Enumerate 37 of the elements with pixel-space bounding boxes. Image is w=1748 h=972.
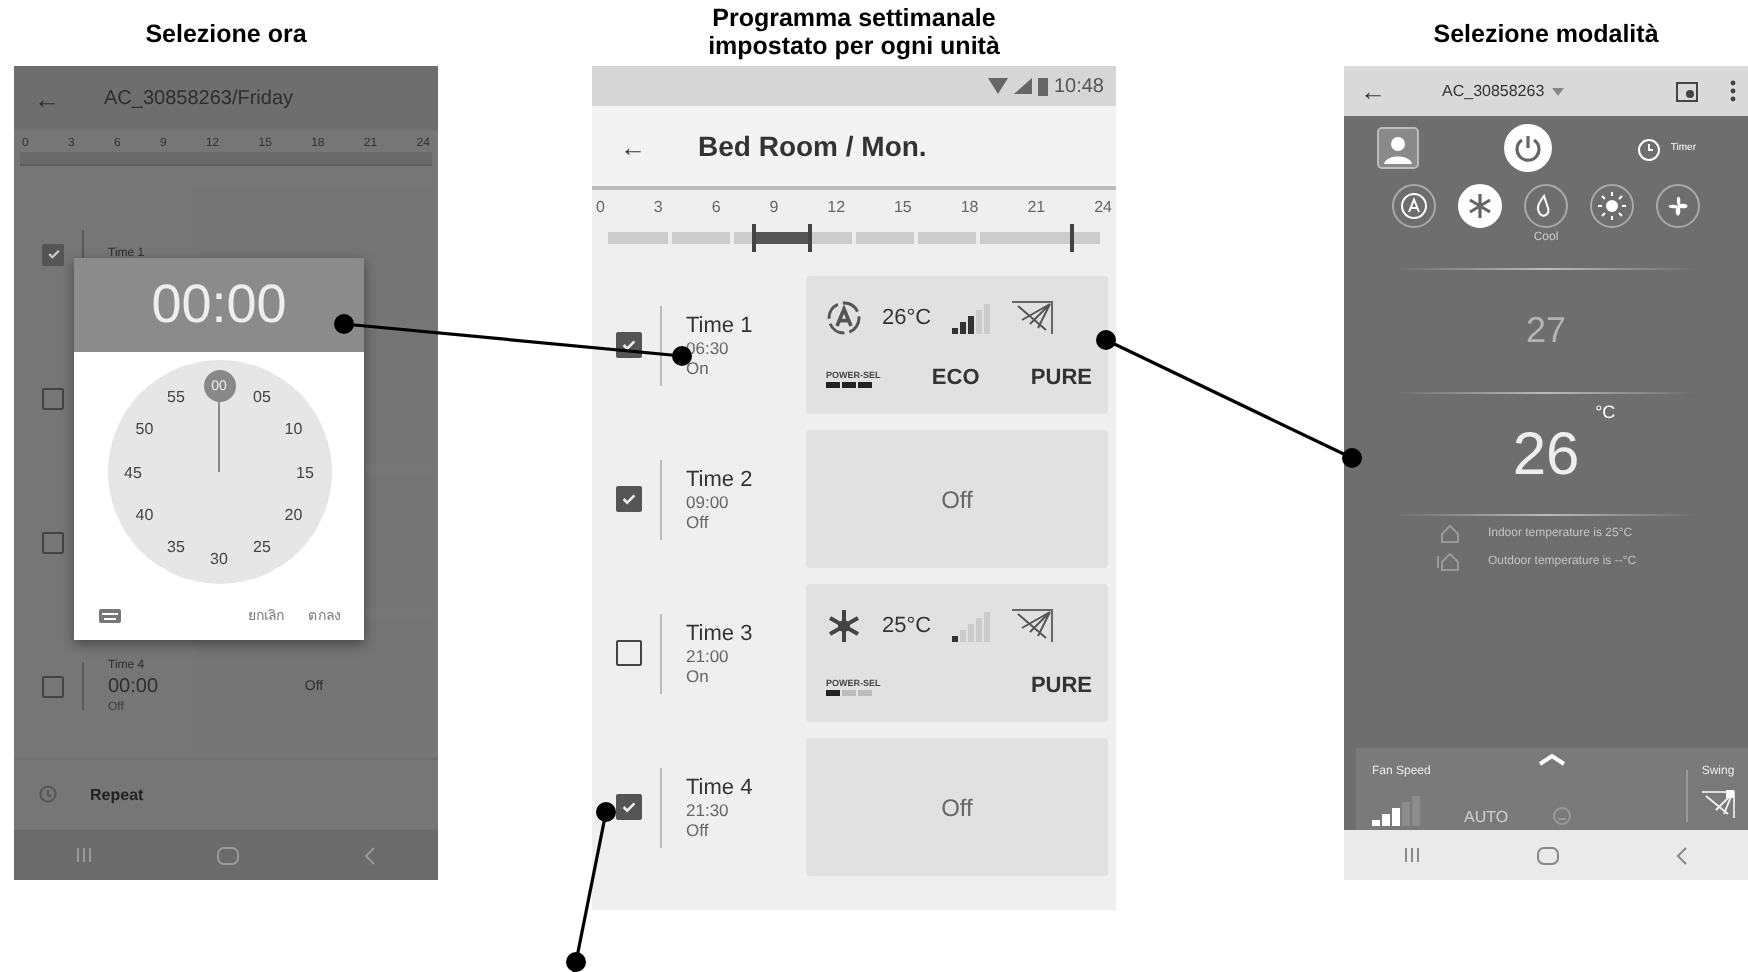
fan-speed-value: AUTO [1464,808,1509,826]
time-value: 21:00 [686,645,731,665]
state-label: On [686,357,711,377]
off-label: Off [941,485,973,513]
state-label: Off [686,819,711,839]
tick-label: 15 [893,198,912,216]
tick-label: 21 [1027,198,1046,216]
caption: Programma settimanale impostato per ogni unità [706,2,1002,64]
tick-label: 9 [769,198,779,216]
caption: Selezione ora [145,17,307,51]
screen-title: Bed Room / Mon. [698,130,927,162]
caption: Selezione modalità [1433,17,1659,51]
state-label: On [686,665,711,685]
temperature-unit: °C [1595,402,1616,422]
time-display: 00:00 [151,274,287,336]
time-value: 00:00 [108,675,161,697]
tick-label: 0 [596,198,605,216]
time-value: 21:30 [686,799,731,819]
time-value: 09:00 [686,491,731,511]
temperature-value: 25°C [882,613,932,638]
screen-title: AC_30858263/Friday [104,87,294,109]
tick-label: 6 [711,198,721,216]
tick-label: 18 [960,198,979,216]
temperature-value: 26°C [882,305,932,330]
off-label: Off [941,793,973,821]
tick-label: 24 [1094,198,1112,216]
tick-label: 12 [827,198,846,216]
time-label: Time 3 [686,621,755,645]
time-label: Time 1 [686,313,755,337]
option-label: PURE [1030,674,1092,699]
option-label: PURE [1030,366,1092,391]
tick-label: 3 [653,198,663,216]
time-label: Time 4 [686,775,755,799]
time-label: Time 2 [686,467,755,491]
option-label: ECO [931,366,980,391]
state-label: Off [686,511,711,531]
status-time: 10:48 [1053,75,1104,97]
